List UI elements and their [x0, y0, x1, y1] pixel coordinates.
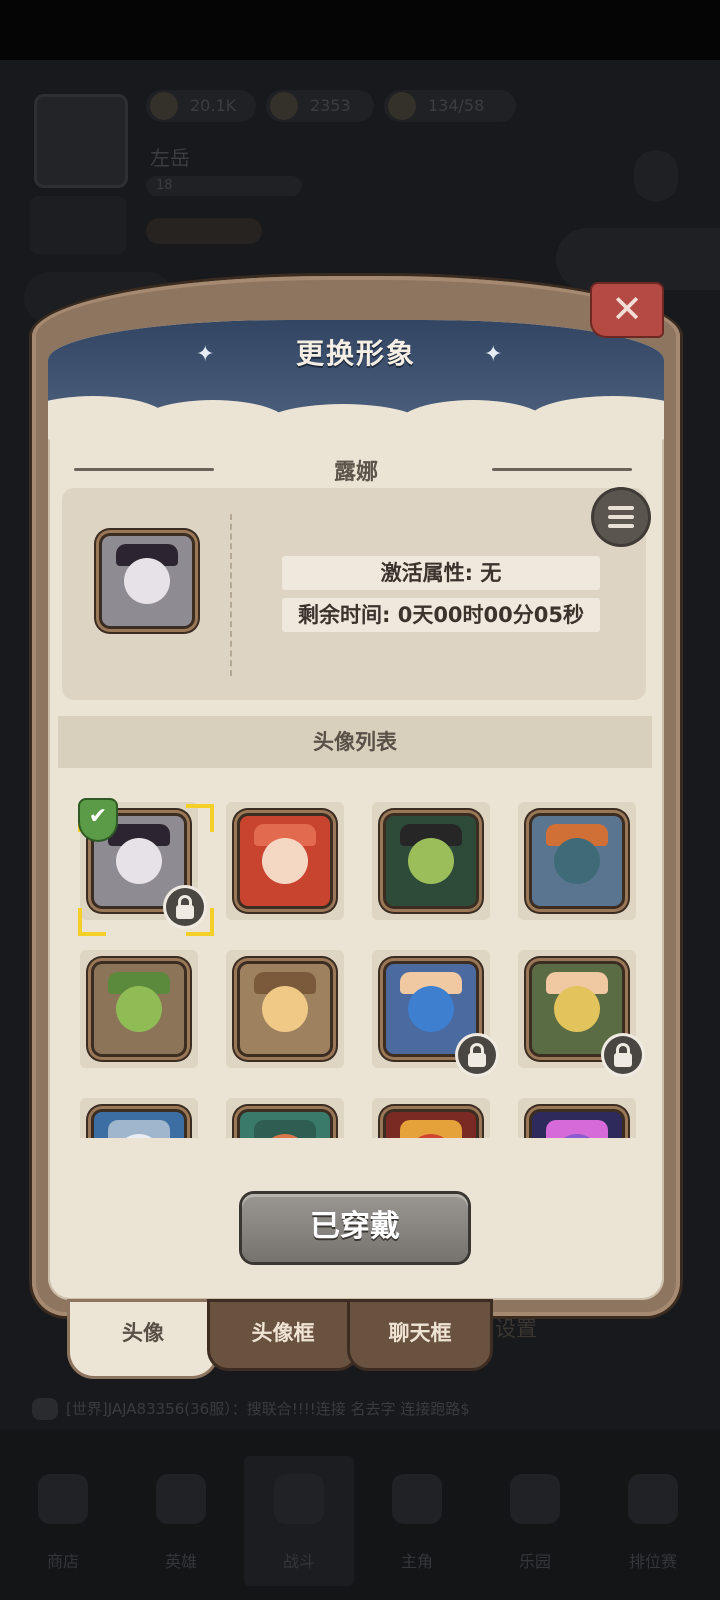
leaf-goblin-portrait	[94, 964, 184, 1054]
nav-paradise: 乐园	[480, 1456, 590, 1586]
avatar-cell-rabbit-girl[interactable]	[226, 802, 344, 920]
dialog-title: 更换形象	[295, 337, 416, 370]
protagonist-icon	[392, 1474, 442, 1524]
avatar-cell-dwarf-viking[interactable]	[518, 802, 636, 920]
rabbit-girl-portrait	[240, 816, 330, 906]
list-icon	[608, 506, 634, 510]
luna-portrait	[102, 536, 192, 626]
list-menu-button[interactable]	[594, 490, 648, 544]
lock-icon	[604, 1036, 642, 1074]
avatar-cell-hooded-ranger[interactable]	[518, 950, 642, 1074]
tab-settings-hidden: 设置	[495, 1317, 537, 1341]
book-icon	[388, 92, 416, 120]
resource-stars: 2353	[266, 90, 374, 122]
chat-bubble-icon	[32, 1398, 58, 1420]
player-avatar	[34, 94, 128, 188]
avatar-cell-white-wolf[interactable]	[80, 1098, 198, 1138]
white-wolf-portrait	[94, 1112, 184, 1138]
announcement-icon	[634, 150, 678, 202]
paradise-icon	[510, 1474, 560, 1524]
world-chat: [世界]JAJA83356(36服）：搜联合!!!!连接 名去字 连接跑路$	[32, 1392, 592, 1426]
purple-mage-portrait	[532, 1112, 622, 1138]
avatar-cell-purple-mage[interactable]	[518, 1098, 636, 1138]
heroes-icon	[156, 1474, 206, 1524]
green-witch-portrait	[240, 1112, 330, 1138]
cloud-decoration	[398, 400, 548, 448]
status-bar	[0, 0, 720, 60]
resource-stamina: 134/58	[384, 90, 516, 122]
selection-corner	[186, 804, 214, 832]
avatar-cell-green-witch[interactable]	[226, 1098, 344, 1138]
green-gunslinger-portrait	[386, 816, 476, 906]
resource-gold: 20.1K	[146, 90, 256, 122]
selection-corner	[186, 908, 214, 936]
close-icon: ✕	[611, 287, 643, 331]
red-flower-portrait	[386, 1112, 476, 1138]
avatar-cell-blonde-squire[interactable]	[226, 950, 344, 1068]
ranked-icon	[628, 1474, 678, 1524]
equipped-button[interactable]: 已穿戴	[242, 1194, 468, 1262]
activate-attribute: 激活属性: 无	[282, 556, 600, 590]
dashed-separator	[230, 514, 232, 676]
star-icon	[270, 92, 298, 120]
avatar-list-header: 头像列表	[58, 716, 652, 768]
event-icon	[30, 196, 126, 254]
avatar-cell-leaf-goblin[interactable]	[80, 950, 198, 1068]
nav-heroes: 英雄	[126, 1456, 236, 1586]
blonde-squire-portrait	[240, 964, 330, 1054]
selection-corner	[78, 908, 106, 936]
equipped-check-icon: ✔	[80, 800, 116, 840]
avatar-cell-green-gunslinger[interactable]	[372, 802, 490, 920]
battle-icon	[274, 1474, 324, 1524]
change-appearance-dialog: ✦ ✦ 更换形象 ✕ 露娜 激活属性: 无 剩余时间: 0天00时00分05秒 …	[32, 276, 680, 1316]
nav-shop: 商店	[8, 1456, 118, 1586]
blue-haired-ninja-portrait	[386, 964, 476, 1054]
nav-ranked: 排位赛	[598, 1456, 708, 1586]
shop-icon	[38, 1474, 88, 1524]
gold-icon	[150, 92, 178, 120]
hooded-ranger-portrait	[532, 964, 622, 1054]
avatar-cell-blue-haired-ninja[interactable]	[372, 950, 496, 1074]
tab-avatar-frame[interactable]: 头像框	[210, 1302, 356, 1368]
hero-name: 露娜	[333, 460, 378, 485]
tab-chat-frame[interactable]: 聊天框	[350, 1302, 490, 1368]
nav-battle: 战斗	[244, 1456, 354, 1586]
current-avatar	[102, 536, 192, 626]
nav-protagonist: 主角	[362, 1456, 472, 1586]
cloud-decoration	[528, 396, 664, 444]
avatar-grid: ✔	[62, 780, 662, 1138]
dwarf-viking-portrait	[532, 816, 622, 906]
tab-avatar[interactable]: 头像	[70, 1302, 216, 1376]
close-button[interactable]: ✕	[592, 284, 662, 336]
coin-badge	[146, 218, 262, 244]
player-name: 左岳	[150, 146, 190, 170]
player-level: 18	[146, 176, 302, 196]
remaining-time: 剩余时间: 0天00时00分05秒	[282, 598, 600, 632]
avatar-cell-red-flower[interactable]	[372, 1098, 490, 1138]
lock-icon	[458, 1036, 496, 1074]
